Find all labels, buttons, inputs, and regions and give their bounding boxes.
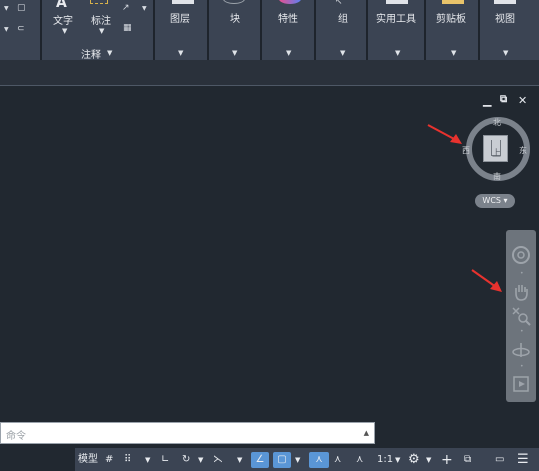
properties-icon xyxy=(279,0,301,4)
text-tool-icon[interactable]: A xyxy=(56,0,67,11)
panel-clipboard[interactable]: 剪贴板 xyxy=(436,10,466,25)
annotation-group-label[interactable]: 注释 xyxy=(81,46,101,61)
clipboard-icon xyxy=(442,0,464,4)
command-line[interactable]: 命令 ▲ xyxy=(0,422,375,444)
separator xyxy=(366,0,368,60)
separator xyxy=(478,0,480,60)
ortho-icon[interactable]: ∟ xyxy=(161,452,169,468)
dropdown-arrow-icon[interactable]: ▼ xyxy=(145,452,150,468)
red-arrow-icon xyxy=(471,269,502,292)
annotation-visibility-icon[interactable]: ⋏ xyxy=(309,452,329,468)
panel-group[interactable]: 组 xyxy=(338,10,348,25)
separator-dot: • xyxy=(520,270,524,277)
dropdown-arrow-icon[interactable]: ▼ xyxy=(4,26,9,33)
compass-south[interactable]: 南 xyxy=(493,171,501,182)
hamburger-menu-icon[interactable]: ☰ xyxy=(517,452,529,468)
dropdown-arrow-icon[interactable]: ▼ xyxy=(198,452,203,468)
close-icon[interactable]: ✕ xyxy=(518,94,527,107)
panel-group-dropdown[interactable]: ▼ xyxy=(340,49,345,57)
red-arrow-icon xyxy=(427,124,462,144)
panel-view[interactable]: 视图 xyxy=(495,10,515,25)
status-bar: 模型 # ⠿ ▼ ∟ ↻ ▼ ⋋ ▼ ∠ ▢ ▼ ⋏ ⋏ ⋏ 1:1 ▼ ⚙ ▼… xyxy=(75,448,539,471)
panel-view-dropdown[interactable]: ▼ xyxy=(503,49,508,57)
wcs-label: WCS xyxy=(482,196,501,205)
annotation-scale-icon[interactable]: ⋏ xyxy=(356,452,363,468)
showmotion-icon[interactable] xyxy=(511,374,531,394)
panel-properties[interactable]: 特性 xyxy=(278,10,298,25)
dimension-tool-dropdown[interactable]: ▼ xyxy=(99,27,104,35)
dropdown-arrow-icon[interactable]: ▼ xyxy=(237,452,242,468)
offset-icon[interactable]: ⊂ xyxy=(17,24,25,34)
ribbon: ▢ ⊂ ▼ ▼ A 文字 ▼ 标注 ▼ ↗ ▦ ▼ 注释 ▼ 图层 ▼ 块 ▼ … xyxy=(0,0,539,61)
dropdown-arrow-icon[interactable]: ▼ xyxy=(4,5,9,12)
compass-north[interactable]: 北 xyxy=(493,117,501,128)
wcs-menu[interactable]: WCS ▾ xyxy=(475,194,515,208)
compass-east[interactable]: 东 xyxy=(519,145,527,156)
command-placeholder: 命令 xyxy=(6,431,26,442)
separator-dot: • xyxy=(520,363,524,370)
panel-properties-dropdown[interactable]: ▼ xyxy=(286,49,291,57)
group-icon: ↖ xyxy=(335,0,343,7)
panel-layers-dropdown[interactable]: ▼ xyxy=(178,49,183,57)
viewcube-face[interactable]: 上 xyxy=(483,135,508,162)
separator xyxy=(260,0,262,60)
annotation-group-dropdown[interactable]: ▼ xyxy=(107,49,112,57)
separator xyxy=(40,0,42,60)
view-icon xyxy=(494,0,516,4)
text-tool-dropdown[interactable]: ▼ xyxy=(62,27,67,35)
isolate-objects-icon[interactable]: ⧉ xyxy=(464,452,471,468)
dropdown-arrow-icon[interactable]: ▼ xyxy=(426,452,431,468)
polar-tracking-icon[interactable]: ↻ xyxy=(182,452,190,468)
minimize-icon[interactable]: ▁ xyxy=(483,94,491,107)
command-history-toggle[interactable]: ▲ xyxy=(364,429,369,437)
navigation-bar: • • • xyxy=(506,230,536,402)
model-space-button[interactable]: 模型 xyxy=(78,452,98,468)
snap-icon[interactable]: ⠿ xyxy=(124,452,131,468)
panel-utilities[interactable]: 实用工具 xyxy=(376,10,416,25)
ribbon-gap xyxy=(0,60,539,86)
object-snap-tracking-icon[interactable]: ∠ xyxy=(251,452,269,468)
separator xyxy=(153,0,155,60)
pan-hand-icon[interactable] xyxy=(511,282,531,302)
dropdown-arrow-icon[interactable]: ▼ xyxy=(295,452,300,468)
clean-screen-icon[interactable]: ▭ xyxy=(495,452,504,468)
annotation-scale-value[interactable]: 1:1 xyxy=(377,452,393,468)
panel-block-dropdown[interactable]: ▼ xyxy=(232,49,237,57)
dimension-icon[interactable] xyxy=(90,0,108,4)
table-icon[interactable]: ▦ xyxy=(123,23,132,33)
panel-clipboard-dropdown[interactable]: ▼ xyxy=(451,49,456,57)
leader-icon[interactable]: ↗ xyxy=(122,3,130,13)
layers-icon xyxy=(172,0,194,4)
separator xyxy=(314,0,316,60)
restore-icon[interactable]: ⧉ xyxy=(500,94,507,105)
utilities-icon xyxy=(386,0,408,4)
dimension-tool-label[interactable]: 标注 xyxy=(91,12,111,27)
dropdown-arrow-icon[interactable]: ▼ xyxy=(142,5,147,12)
object-snap-icon[interactable]: ▢ xyxy=(273,452,291,468)
copy-icon[interactable]: ▢ xyxy=(17,3,26,13)
panel-layers[interactable]: 图层 xyxy=(170,10,190,25)
block-icon xyxy=(223,0,245,4)
plus-icon[interactable]: + xyxy=(441,452,453,468)
steering-wheel-icon[interactable] xyxy=(511,245,531,265)
grid-icon[interactable]: # xyxy=(105,452,113,468)
zoom-extents-icon[interactable] xyxy=(511,306,531,326)
separator xyxy=(207,0,209,60)
separator-dot: • xyxy=(520,328,524,335)
auto-scale-icon[interactable]: ⋏ xyxy=(334,452,341,468)
orbit-icon[interactable] xyxy=(511,340,531,360)
isodraft-icon[interactable]: ⋋ xyxy=(213,452,223,468)
panel-block[interactable]: 块 xyxy=(230,10,240,25)
text-tool-label[interactable]: 文字 xyxy=(53,12,73,27)
dropdown-arrow-icon[interactable]: ▼ xyxy=(395,452,400,468)
separator xyxy=(424,0,426,60)
viewcube-face-label: 上 xyxy=(491,149,501,159)
panel-utilities-dropdown[interactable]: ▼ xyxy=(395,49,400,57)
gear-icon[interactable]: ⚙ xyxy=(408,452,420,468)
